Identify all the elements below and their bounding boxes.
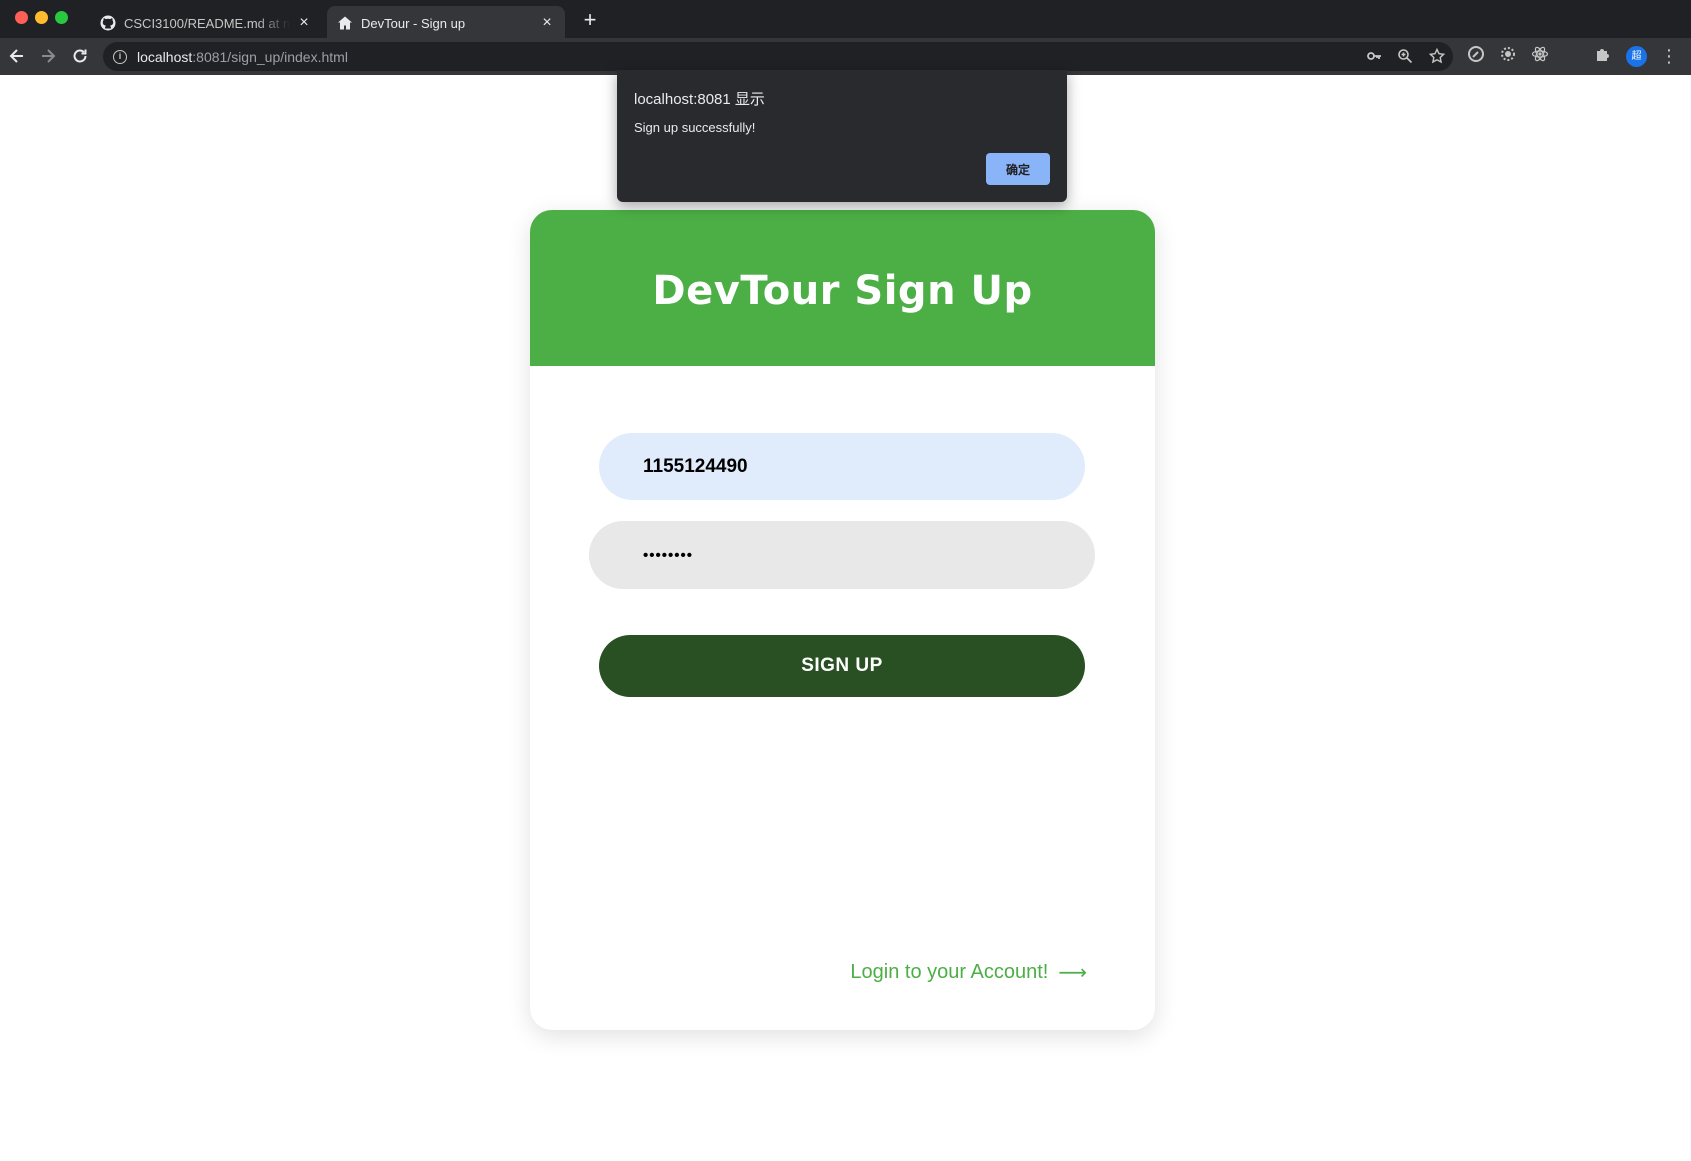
- extension-gear-icon[interactable]: [1499, 45, 1517, 63]
- zoom-icon[interactable]: [1396, 48, 1414, 66]
- close-tab-icon[interactable]: ×: [539, 15, 555, 31]
- signup-header: DevTour Sign Up: [530, 210, 1155, 366]
- key-icon[interactable]: [1365, 48, 1383, 66]
- forward-arrow-icon[interactable]: [38, 46, 58, 66]
- bookmark-star-icon[interactable]: [1428, 47, 1446, 66]
- alert-ok-button[interactable]: 确定: [986, 153, 1050, 185]
- close-window-button[interactable]: [15, 11, 28, 24]
- arrow-right-icon: ⟶: [1058, 961, 1087, 984]
- login-link-label: Login to your Account!: [850, 960, 1049, 983]
- browser-chrome: CSCI3100/README.md at mast × DevTour - S…: [0, 0, 1691, 75]
- tab-strip: CSCI3100/README.md at mast × DevTour - S…: [0, 0, 1691, 40]
- new-tab-button[interactable]: +: [580, 9, 600, 31]
- username-input[interactable]: 1155124490: [599, 433, 1085, 500]
- tab-title: DevTour - Sign up: [361, 15, 466, 31]
- page-title: DevTour Sign Up: [652, 268, 1033, 314]
- home-icon: [337, 15, 353, 31]
- tab-title: CSCI3100/README.md at mast: [124, 15, 290, 31]
- alert-message: Sign up successfully!: [634, 120, 756, 135]
- tab-devtour-signup[interactable]: DevTour - Sign up ×: [327, 6, 565, 40]
- back-arrow-icon[interactable]: [7, 46, 27, 66]
- site-info-icon[interactable]: i: [113, 49, 127, 64]
- react-devtools-icon[interactable]: [1531, 45, 1549, 63]
- extension-icon-1[interactable]: [1467, 45, 1485, 63]
- maximize-window-button[interactable]: [55, 11, 68, 24]
- sign-up-button[interactable]: SIGN UP: [599, 635, 1085, 697]
- close-tab-icon[interactable]: ×: [296, 15, 312, 31]
- minimize-window-button[interactable]: [35, 11, 48, 24]
- login-link[interactable]: Login to your Account! ⟶: [850, 958, 1087, 986]
- password-input[interactable]: ••••••••: [589, 521, 1095, 589]
- extensions-puzzle-icon[interactable]: [1594, 45, 1612, 63]
- alert-dialog: localhost:8081 显示 Sign up successfully! …: [617, 70, 1067, 202]
- address-bar[interactable]: i localhost:8081/sign_up/index.html: [103, 42, 1453, 71]
- tab-github-readme[interactable]: CSCI3100/README.md at mast ×: [90, 6, 322, 40]
- more-menu-icon[interactable]: ⋮: [1660, 46, 1678, 66]
- url-text: localhost:8081/sign_up/index.html: [137, 48, 348, 65]
- signup-card: DevTour Sign Up 1155124490 •••••••• SIGN…: [530, 210, 1155, 1030]
- profile-avatar[interactable]: 超: [1626, 46, 1647, 67]
- alert-title: localhost:8081 显示: [634, 91, 765, 108]
- github-icon: [100, 15, 116, 31]
- reload-icon[interactable]: [70, 46, 90, 66]
